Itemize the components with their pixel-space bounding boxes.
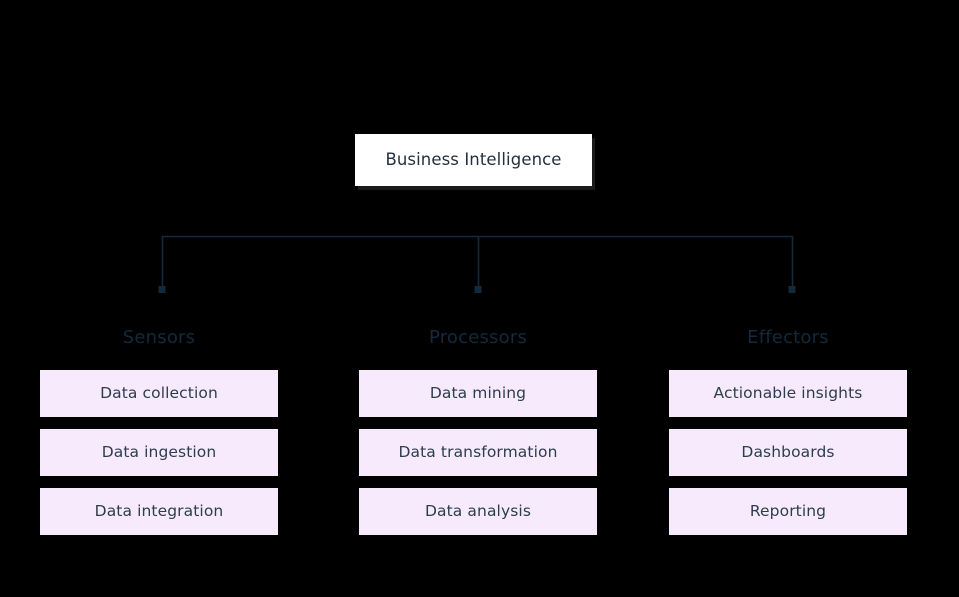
branch-item[interactable]: Reporting <box>669 488 907 535</box>
branch-item-label: Data analysis <box>425 501 531 520</box>
root-node-business-intelligence[interactable]: Business Intelligence <box>355 134 592 186</box>
branch-column-effectors: Effectors Actionable insights Dashboards… <box>669 318 907 535</box>
branch-item-label: Data mining <box>429 383 527 402</box>
branch-item-label: Actionable insights <box>713 383 863 402</box>
connector-endpoint-sensors <box>158 286 166 293</box>
branch-title-effectors: Effectors <box>669 318 907 358</box>
branch-item[interactable]: Dashboards <box>669 429 907 476</box>
branch-item[interactable]: Actionable insights <box>669 370 907 417</box>
branch-item[interactable]: Data analysis <box>359 488 597 535</box>
branch-item-label: Data transformation <box>398 442 558 461</box>
branch-item-label: Data collection <box>100 383 218 402</box>
branch-item[interactable]: Data mining <box>359 370 597 417</box>
branch-item[interactable]: Data collection <box>40 370 278 417</box>
branch-item[interactable]: Data ingestion <box>40 429 278 476</box>
root-node-label: Business Intelligence <box>385 149 562 169</box>
branch-item[interactable]: Data transformation <box>359 429 597 476</box>
connector-endpoint-processors <box>474 286 482 293</box>
branch-column-sensors: Sensors Data collection Data ingestion D… <box>40 318 278 535</box>
branch-title-label: Sensors <box>122 327 196 348</box>
branch-column-processors: Processors Data mining Data transformati… <box>359 318 597 535</box>
branch-item[interactable]: Data integration <box>40 488 278 535</box>
branch-item-label: Data ingestion <box>101 442 217 461</box>
branch-item-label: Dashboards <box>741 442 835 461</box>
branch-item-label: Data integration <box>94 501 224 520</box>
branch-title-sensors: Sensors <box>40 318 278 358</box>
connector-endpoint-effectors <box>788 286 796 293</box>
branch-title-label: Effectors <box>747 327 829 348</box>
branch-title-label: Processors <box>428 327 528 348</box>
branch-title-processors: Processors <box>359 318 597 358</box>
diagram-canvas: Business Intelligence Sensors Data colle… <box>0 0 959 597</box>
branch-item-label: Reporting <box>749 501 827 520</box>
